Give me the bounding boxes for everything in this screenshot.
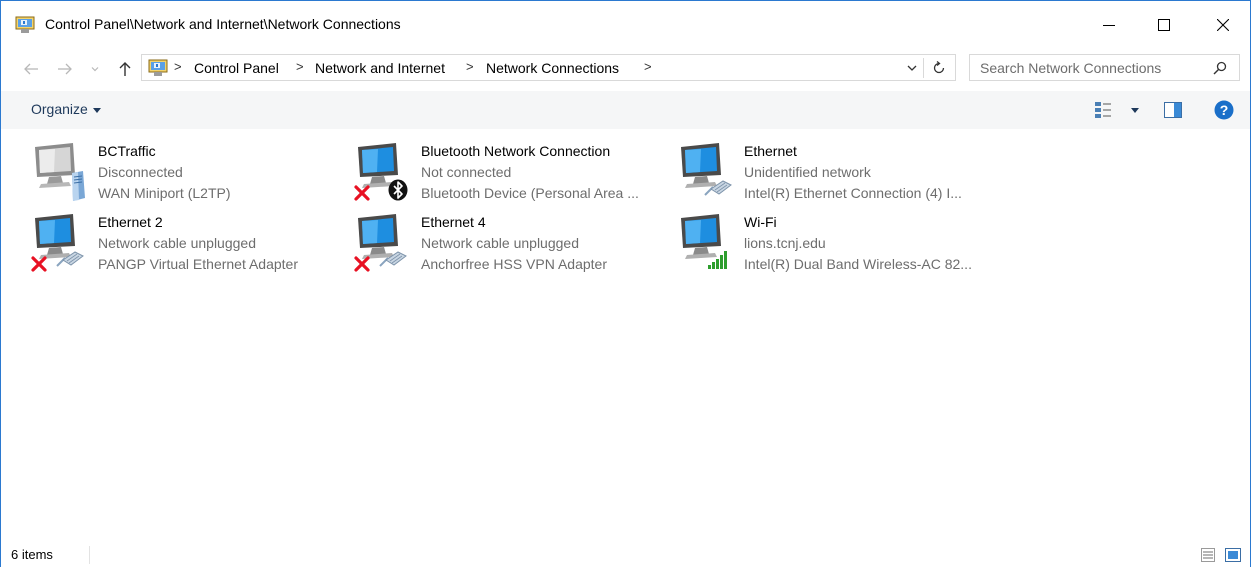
connection-item-ethernet[interactable]: Ethernet Unidentified network Intel(R) E… xyxy=(677,141,997,209)
status-bar: 6 items xyxy=(1,542,1250,567)
cable-icon xyxy=(379,251,407,267)
network-connections-icon xyxy=(148,59,168,76)
chevron-down-icon[interactable] xyxy=(904,60,920,76)
breadcrumb-control-panel[interactable]: Control Panel xyxy=(194,60,279,76)
status-divider xyxy=(89,546,90,564)
details-view-icon[interactable] xyxy=(1201,548,1215,562)
connection-item-wi-fi[interactable]: Wi-Fi lions.tcnj.edu Intel(R) Dual Band … xyxy=(677,212,997,280)
breadcrumb-separator[interactable]: > xyxy=(644,59,652,74)
refresh-icon[interactable] xyxy=(930,59,948,77)
up-button[interactable] xyxy=(115,59,135,79)
disconnected-x-icon xyxy=(354,185,370,201)
search-placeholder: Search Network Connections xyxy=(980,60,1162,76)
window-title: Control Panel\Network and Internet\Netwo… xyxy=(45,16,401,32)
breadcrumb-separator[interactable]: > xyxy=(174,59,182,74)
command-bar: Organize ? xyxy=(1,91,1250,129)
organize-label: Organize xyxy=(31,101,88,117)
connection-name: Ethernet xyxy=(744,143,797,159)
preview-pane-icon[interactable] xyxy=(1164,102,1182,118)
connection-status: lions.tcnj.edu xyxy=(744,235,826,251)
connection-device: PANGP Virtual Ethernet Adapter xyxy=(98,256,299,272)
connection-status: Network cable unplugged xyxy=(98,235,256,251)
cable-icon xyxy=(56,251,84,267)
connection-status: Network cable unplugged xyxy=(421,235,579,251)
connection-item-ethernet-2[interactable]: Ethernet 2 Network cable unplugged PANGP… xyxy=(31,212,351,280)
navigation-bar: > Control Panel > Network and Internet >… xyxy=(1,51,1250,87)
chevron-down-icon xyxy=(92,107,101,113)
minimize-button[interactable] xyxy=(1086,1,1132,49)
breadcrumb-separator[interactable]: > xyxy=(466,59,474,74)
connection-name: Bluetooth Network Connection xyxy=(421,143,611,159)
connection-name: Wi-Fi xyxy=(744,214,777,230)
connection-status: Disconnected xyxy=(98,164,183,180)
minimize-icon xyxy=(1103,25,1115,26)
large-icons-view-icon[interactable] xyxy=(1225,548,1241,562)
disconnected-x-icon xyxy=(31,256,47,272)
connections-list: BCTraffic Disconnected WAN Miniport (L2T… xyxy=(1,129,1250,539)
title-bar: Control Panel\Network and Internet\Netwo… xyxy=(1,1,1250,49)
cable-icon xyxy=(704,180,732,196)
wifi-signal-icon xyxy=(708,251,727,269)
connection-device: Anchorfree HSS VPN Adapter xyxy=(421,256,607,272)
connection-device: Intel(R) Dual Band Wireless-AC 82... xyxy=(744,256,972,272)
connection-item-ethernet-4[interactable]: Ethernet 4 Network cable unplugged Ancho… xyxy=(354,212,674,280)
svg-text:?: ? xyxy=(1220,102,1229,118)
arrow-up-icon xyxy=(119,62,131,76)
connection-status: Not connected xyxy=(421,164,512,180)
disconnected-x-icon xyxy=(354,256,370,272)
connection-name: Ethernet 4 xyxy=(421,214,486,230)
server-icon xyxy=(72,171,85,201)
arrow-right-icon xyxy=(58,63,72,75)
arrow-left-icon xyxy=(24,63,38,75)
forward-button[interactable] xyxy=(55,59,75,79)
chevron-down-icon xyxy=(91,67,99,72)
back-button[interactable] xyxy=(21,59,41,79)
view-options-dropdown[interactable] xyxy=(1131,108,1139,113)
help-icon[interactable]: ? xyxy=(1214,100,1234,120)
connection-device: Intel(R) Ethernet Connection (4) I... xyxy=(744,185,962,201)
change-view-icon[interactable] xyxy=(1094,101,1112,119)
network-connections-icon xyxy=(15,16,35,33)
recent-locations-button[interactable] xyxy=(85,59,105,79)
breadcrumb-network-connections[interactable]: Network Connections xyxy=(486,60,619,76)
bluetooth-icon xyxy=(388,179,408,201)
search-input[interactable]: Search Network Connections xyxy=(969,54,1240,81)
address-divider xyxy=(923,58,924,78)
network-connections-window: Control Panel\Network and Internet\Netwo… xyxy=(0,0,1251,567)
address-bar[interactable]: > Control Panel > Network and Internet >… xyxy=(141,54,956,81)
connection-item-bluetooth-network-connection[interactable]: Bluetooth Network Connection Not connect… xyxy=(354,141,674,209)
organize-button[interactable]: Organize xyxy=(31,101,101,117)
connection-name: BCTraffic xyxy=(98,143,156,159)
connection-device: Bluetooth Device (Personal Area ... xyxy=(421,185,639,201)
item-count: 6 items xyxy=(11,547,53,562)
connection-device: WAN Miniport (L2TP) xyxy=(98,185,231,201)
close-button[interactable] xyxy=(1200,1,1246,49)
breadcrumb-separator[interactable]: > xyxy=(296,59,304,74)
connection-name: Ethernet 2 xyxy=(98,214,163,230)
breadcrumb-network-and-internet[interactable]: Network and Internet xyxy=(315,60,445,76)
close-icon xyxy=(1217,19,1229,31)
connection-item-bctraffic[interactable]: BCTraffic Disconnected WAN Miniport (L2T… xyxy=(31,141,351,209)
maximize-icon xyxy=(1158,19,1170,31)
search-icon[interactable] xyxy=(1212,60,1228,76)
connection-status: Unidentified network xyxy=(744,164,871,180)
maximize-button[interactable] xyxy=(1141,1,1187,49)
